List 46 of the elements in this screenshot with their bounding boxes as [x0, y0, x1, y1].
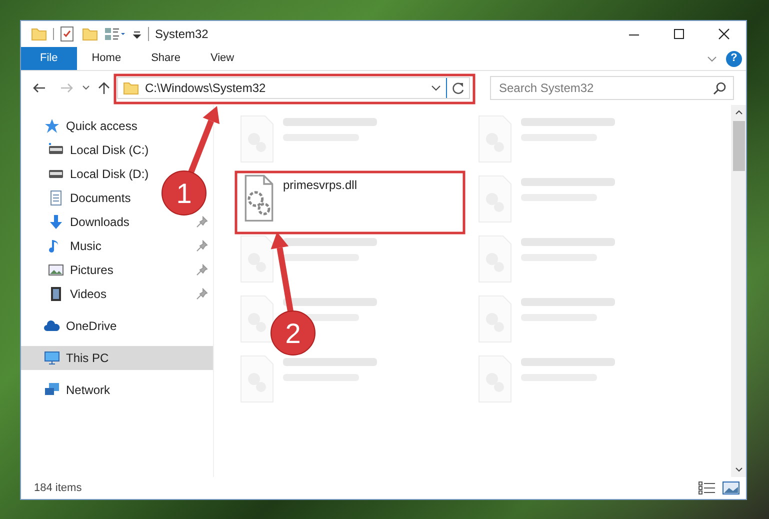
nav-item[interactable]: This PC — [21, 346, 213, 370]
nav-item[interactable]: Quick access — [21, 114, 144, 138]
cloud-icon — [44, 318, 60, 334]
step-badge: 2 — [270, 310, 316, 356]
search-icon[interactable] — [713, 81, 727, 95]
ribbon-tab[interactable]: Home — [76, 47, 136, 70]
ribbon-tab[interactable]: Share — [136, 47, 196, 70]
address-field[interactable]: C:\Windows\System32 — [117, 77, 470, 99]
nav-item[interactable]: OneDrive — [21, 314, 123, 338]
film-icon — [48, 286, 64, 302]
file-tile[interactable]: primesvrps.dll — [239, 174, 459, 228]
nav-item[interactable]: Network — [21, 378, 116, 402]
nav-item[interactable]: Videos — [21, 282, 112, 306]
scroll-thumb[interactable] — [732, 121, 744, 171]
nav-item[interactable]: Local Disk (C:) — [21, 138, 155, 162]
nav-item[interactable]: Downloads — [21, 210, 136, 234]
network-icon — [44, 382, 60, 398]
large-icons-view-icon[interactable] — [722, 481, 740, 495]
nav-item[interactable]: Pictures — [21, 258, 120, 282]
pin-icon[interactable] — [196, 216, 208, 228]
address-path: C:\Windows\System32 — [145, 80, 266, 97]
step-badge: 1 — [162, 170, 206, 216]
help-button[interactable]: ? — [726, 50, 742, 66]
star-icon — [44, 118, 60, 134]
search-field[interactable]: Search System32 — [490, 76, 734, 100]
pin-icon[interactable] — [196, 264, 208, 276]
folder-icon — [123, 80, 139, 96]
file-tab[interactable]: File — [21, 47, 77, 70]
details-view-icon[interactable] — [698, 481, 716, 495]
nav-item[interactable]: Music — [21, 234, 108, 258]
up-icon[interactable] — [97, 81, 111, 95]
pin-icon[interactable] — [196, 240, 208, 252]
nav-item[interactable]: Local Disk (D:) — [21, 162, 155, 186]
document-icon — [48, 190, 64, 206]
monitor-icon — [44, 350, 60, 366]
ribbon-tab[interactable]: View — [195, 47, 250, 70]
nav-item[interactable]: Documents — [21, 186, 137, 210]
picture-icon — [48, 262, 64, 278]
window-title: System32 — [155, 26, 208, 43]
pin-icon[interactable] — [196, 288, 208, 300]
back-icon[interactable] — [31, 81, 47, 95]
properties-icon[interactable] — [60, 26, 74, 42]
scrollbar[interactable] — [731, 105, 746, 477]
layout-icon[interactable] — [104, 26, 126, 42]
download-arrow-icon — [48, 214, 64, 230]
item-count: 184 items — [34, 480, 82, 496]
